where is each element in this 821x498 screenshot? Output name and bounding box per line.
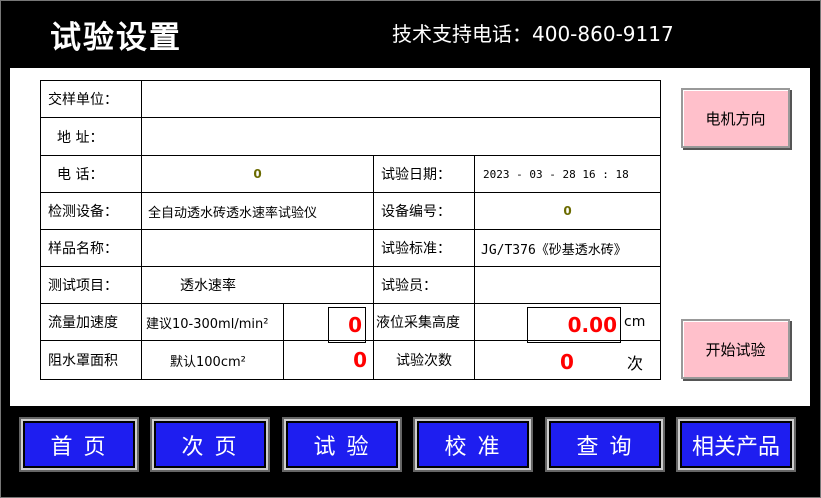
page-title: 试验设置 xyxy=(50,20,182,56)
level-height-unit: cm xyxy=(624,314,646,330)
level-height-input[interactable]: 0.00 xyxy=(527,307,621,343)
sample-name-field[interactable] xyxy=(141,229,374,267)
tester-field[interactable] xyxy=(474,266,661,304)
test-count-unit: 次 xyxy=(627,354,644,373)
sample-unit-field[interactable] xyxy=(141,80,661,118)
sample-unit-label: 交样单位： xyxy=(40,80,142,118)
flow-accel-hint: 建议10-300ml/min² xyxy=(141,303,284,341)
test-item-label: 测试项目： xyxy=(40,266,142,304)
flow-accel-label: 流量加速度 xyxy=(40,303,142,341)
nav-test-button[interactable]: 试 验 xyxy=(286,421,398,468)
main-panel: 交样单位： 地 址： 电 话： 0 试验日期： 2023 - 03 - 28 1… xyxy=(10,68,810,406)
cover-area-hint: 默认100cm² xyxy=(141,340,284,380)
motor-direction-button[interactable]: 电机方向 xyxy=(681,88,790,148)
device-field[interactable]: 全自动透水砖透水速率试验仪 xyxy=(141,192,374,230)
phone-label: 电 话： xyxy=(40,155,142,193)
device-no-field[interactable]: 0 xyxy=(474,192,661,230)
nav-products-button[interactable]: 相关产品 xyxy=(680,421,792,468)
level-height-label: 液位采集高度 xyxy=(373,303,475,341)
start-test-button[interactable]: 开始试验 xyxy=(681,319,790,379)
nav-calibrate-button[interactable]: 校 准 xyxy=(417,421,529,468)
sample-name-label: 样品名称： xyxy=(40,229,142,267)
address-label: 地 址： xyxy=(40,117,142,156)
standard-field[interactable]: JG/T376《砂基透水砖》 xyxy=(474,229,661,267)
standard-label: 试验标准： xyxy=(373,229,475,267)
nav-query-button[interactable]: 查 询 xyxy=(549,421,661,468)
nav-home-button[interactable]: 首 页 xyxy=(23,421,135,468)
cover-area-label: 阻水罩面积 xyxy=(40,340,142,380)
device-no-label: 设备编号： xyxy=(373,192,475,230)
nav-next-button[interactable]: 次 页 xyxy=(154,421,266,468)
tester-label: 试验员： xyxy=(373,266,475,304)
device-label: 检测设备： xyxy=(40,192,142,230)
support-phone: 技术支持电话：400-860-9117 xyxy=(392,22,674,46)
flow-accel-input[interactable]: 0 xyxy=(328,307,366,343)
test-date-label: 试验日期： xyxy=(373,155,475,193)
test-item-field[interactable]: 透水速率 xyxy=(141,266,374,304)
test-count-input[interactable]: 0 xyxy=(560,350,574,374)
test-date-value: 2023 - 03 - 28 16 : 18 xyxy=(474,155,661,193)
test-count-label: 试验次数 xyxy=(373,340,475,380)
address-field[interactable] xyxy=(141,117,661,156)
cover-area-input[interactable]: 0 xyxy=(283,340,374,380)
phone-field[interactable]: 0 xyxy=(141,155,374,193)
